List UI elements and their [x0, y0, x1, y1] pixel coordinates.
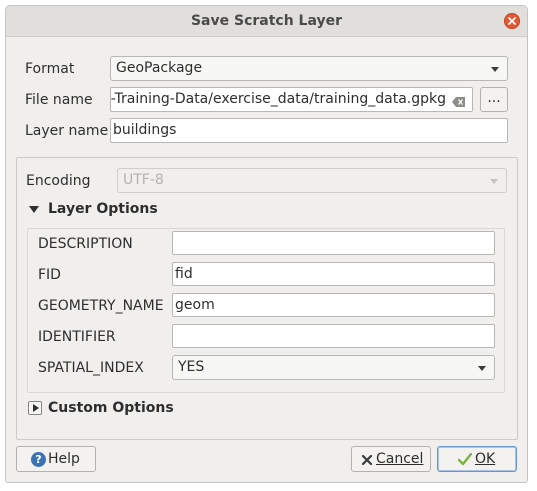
- close-button[interactable]: [504, 13, 520, 29]
- help-label: Help: [48, 451, 80, 467]
- geometry-name-field[interactable]: geom: [172, 293, 495, 317]
- title-bar: Save Scratch Layer: [6, 6, 527, 37]
- option-label-description: DESCRIPTION: [38, 236, 133, 252]
- option-label-spatial-index: SPATIAL_INDEX: [38, 360, 144, 376]
- chevron-down-icon: [491, 67, 499, 72]
- browse-label: ...: [487, 90, 501, 106]
- chevron-down-icon: [478, 366, 486, 371]
- format-value: GeoPackage: [116, 60, 203, 76]
- custom-options-header[interactable]: Custom Options: [48, 400, 174, 416]
- format-label: Format: [25, 61, 75, 77]
- help-icon: ?: [31, 452, 46, 467]
- format-select[interactable]: GeoPackage: [110, 56, 508, 81]
- encoding-value: UTF-8: [123, 172, 164, 188]
- file-name-value: s-Training-Data/exercise_data/training_d…: [111, 91, 446, 107]
- chevron-right-icon: [33, 404, 39, 412]
- layer-name-value: buildings: [113, 122, 177, 138]
- layer-options-header[interactable]: Layer Options: [48, 201, 158, 217]
- clear-icon[interactable]: [452, 95, 465, 107]
- geometry-name-value: geom: [175, 297, 215, 313]
- window-title: Save Scratch Layer: [190, 13, 343, 29]
- expand-custom-options-button[interactable]: [28, 401, 42, 415]
- close-icon: [508, 17, 516, 25]
- encoding-label: Encoding: [26, 173, 91, 189]
- description-field[interactable]: [172, 231, 495, 255]
- cancel-label: Cancel: [376, 451, 424, 467]
- encoding-select[interactable]: UTF-8: [117, 168, 507, 193]
- file-name-label: File name: [25, 92, 93, 108]
- cancel-button[interactable]: Cancel: [351, 446, 431, 472]
- spatial-index-select[interactable]: YES: [172, 355, 495, 380]
- browse-button[interactable]: ...: [480, 87, 508, 112]
- cancel-icon: [362, 455, 372, 465]
- option-label-fid: FID: [38, 267, 61, 283]
- help-button[interactable]: ? Help: [16, 446, 96, 472]
- layer-name-field[interactable]: buildings: [110, 118, 508, 143]
- layer-name-label: Layer name: [25, 123, 109, 139]
- option-label-identifier: IDENTIFIER: [38, 329, 116, 345]
- chevron-down-icon: [490, 179, 498, 184]
- identifier-field[interactable]: [172, 324, 495, 348]
- fid-field[interactable]: fid: [172, 262, 495, 286]
- fid-value: fid: [175, 266, 193, 282]
- spatial-index-value: YES: [178, 359, 205, 375]
- ok-button[interactable]: OK: [437, 446, 517, 472]
- check-icon: [458, 453, 472, 466]
- save-scratch-layer-dialog: Save Scratch Layer Format GeoPackage Fil…: [5, 5, 528, 483]
- file-name-field[interactable]: s-Training-Data/exercise_data/training_d…: [110, 87, 473, 112]
- collapse-icon[interactable]: [29, 206, 39, 213]
- option-label-geometry-name: GEOMETRY_NAME: [38, 298, 164, 314]
- ok-label: OK: [475, 451, 496, 467]
